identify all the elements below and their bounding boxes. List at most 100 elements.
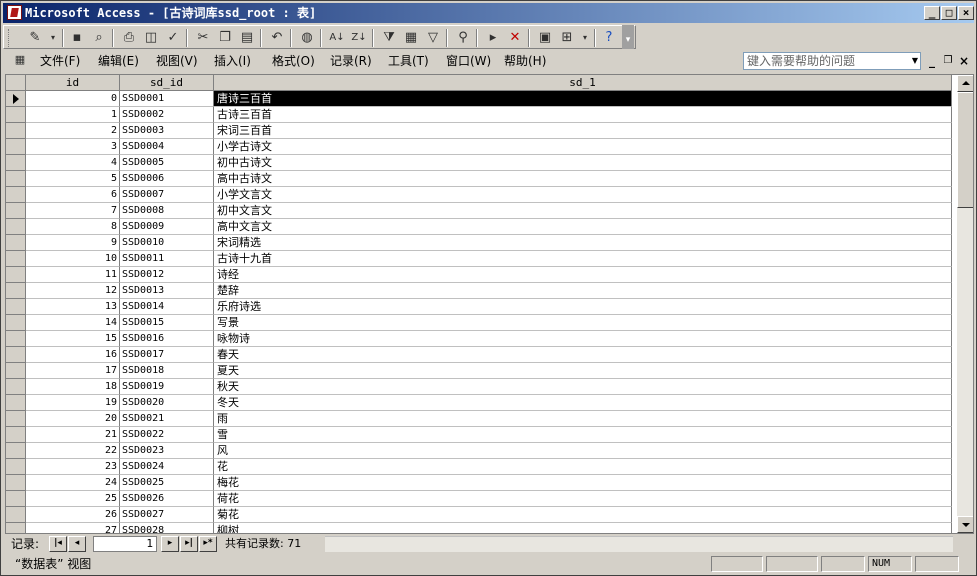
cell-sd-id[interactable]: SSD0021 (120, 411, 214, 427)
table-row[interactable]: 15 SSD0016 咏物诗 (6, 331, 952, 347)
cut-icon[interactable]: ✂ (194, 29, 212, 47)
table-row[interactable]: 8 SSD0009 高中文言文 (6, 219, 952, 235)
table-row[interactable]: 14 SSD0015 写景 (6, 315, 952, 331)
table-row[interactable]: 17 SSD0018 夏天 (6, 363, 952, 379)
table-row[interactable]: 12 SSD0013 楚辞 (6, 283, 952, 299)
cell-id[interactable]: 17 (26, 363, 120, 379)
record-selector[interactable] (6, 299, 26, 315)
cell-sd-1[interactable]: 高中文言文 (214, 219, 952, 235)
cell-sd-1[interactable]: 冬天 (214, 395, 952, 411)
table-row[interactable]: 0 SSD0001 唐诗三百首 (6, 91, 952, 107)
cell-sd-id[interactable]: SSD0028 (120, 523, 214, 533)
table-row[interactable]: 20 SSD0021 雨 (6, 411, 952, 427)
cell-id[interactable]: 16 (26, 347, 120, 363)
cell-sd-id[interactable]: SSD0003 (120, 123, 214, 139)
horizontal-scrollbar[interactable] (325, 536, 953, 552)
cell-sd-id[interactable]: SSD0014 (120, 299, 214, 315)
cell-id[interactable]: 23 (26, 459, 120, 475)
record-selector[interactable] (6, 283, 26, 299)
table-row[interactable]: 16 SSD0017 春天 (6, 347, 952, 363)
vertical-scrollbar[interactable] (957, 75, 973, 533)
table-row[interactable]: 13 SSD0014 乐府诗选 (6, 299, 952, 315)
record-selector[interactable] (6, 507, 26, 523)
record-selector[interactable] (6, 427, 26, 443)
cell-sd-1[interactable]: 乐府诗选 (214, 299, 952, 315)
view-icon[interactable]: ✎ (26, 29, 44, 47)
table-row[interactable]: 26 SSD0027 菊花 (6, 507, 952, 523)
record-selector[interactable] (6, 235, 26, 251)
column-header-id[interactable]: id (26, 75, 120, 91)
cell-sd-id[interactable]: SSD0013 (120, 283, 214, 299)
previous-record-icon[interactable]: ◂ (68, 536, 86, 552)
cell-sd-1[interactable]: 唐诗三百首 (214, 91, 952, 107)
cell-sd-id[interactable]: SSD0001 (120, 91, 214, 107)
cell-sd-1[interactable]: 秋天 (214, 379, 952, 395)
cell-id[interactable]: 8 (26, 219, 120, 235)
menu-insert[interactable]: 插入(I) (214, 53, 251, 69)
table-row[interactable]: 27 SSD0028 柳树 (6, 523, 952, 533)
doc-close-button[interactable]: × (956, 53, 972, 69)
cell-sd-1[interactable]: 诗经 (214, 267, 952, 283)
sort-ascending-icon[interactable]: A↓ (328, 29, 346, 47)
cell-sd-1[interactable]: 荷花 (214, 491, 952, 507)
record-selector[interactable] (6, 491, 26, 507)
cell-sd-1[interactable]: 咏物诗 (214, 331, 952, 347)
cell-sd-id[interactable]: SSD0007 (120, 187, 214, 203)
record-selector[interactable] (6, 411, 26, 427)
menu-edit[interactable]: 编辑(E) (98, 53, 139, 69)
cell-sd-1[interactable]: 小学文言文 (214, 187, 952, 203)
record-selector[interactable] (6, 107, 26, 123)
cell-id[interactable]: 21 (26, 427, 120, 443)
scroll-down-icon[interactable] (957, 516, 973, 533)
cell-sd-id[interactable]: SSD0027 (120, 507, 214, 523)
cell-sd-1[interactable]: 春天 (214, 347, 952, 363)
record-selector[interactable] (6, 523, 26, 533)
table-row[interactable]: 2 SSD0003 宋词三百首 (6, 123, 952, 139)
table-row[interactable]: 1 SSD0002 古诗三百首 (6, 107, 952, 123)
cell-sd-1[interactable]: 初中文言文 (214, 203, 952, 219)
record-selector[interactable] (6, 187, 26, 203)
cell-sd-1[interactable]: 宋词精选 (214, 235, 952, 251)
maximize-button[interactable]: □ (941, 6, 957, 20)
table-row[interactable]: 3 SSD0004 小学古诗文 (6, 139, 952, 155)
cell-id[interactable]: 5 (26, 171, 120, 187)
undo-icon[interactable]: ↶ (268, 29, 286, 47)
record-selector[interactable] (6, 203, 26, 219)
cell-sd-1[interactable]: 风 (214, 443, 952, 459)
cell-sd-1[interactable]: 古诗十九首 (214, 251, 952, 267)
record-selector[interactable] (6, 123, 26, 139)
search-icon[interactable]: ⌕ (90, 29, 108, 47)
column-header-sd-id[interactable]: sd_id (120, 75, 214, 91)
cell-sd-id[interactable]: SSD0017 (120, 347, 214, 363)
table-menu-icon[interactable]: ▦ (11, 51, 29, 69)
cell-sd-1[interactable]: 花 (214, 459, 952, 475)
new-object-dropdown-icon[interactable]: ▾ (576, 29, 594, 47)
table-row[interactable]: 24 SSD0025 梅花 (6, 475, 952, 491)
cell-sd-id[interactable]: SSD0005 (120, 155, 214, 171)
copy-icon[interactable]: ❐ (216, 29, 234, 47)
cell-sd-1[interactable]: 梅花 (214, 475, 952, 491)
cell-id[interactable]: 19 (26, 395, 120, 411)
cell-sd-id[interactable]: SSD0019 (120, 379, 214, 395)
toolbar-options-icon[interactable]: ▾ (622, 25, 634, 49)
record-selector[interactable] (6, 251, 26, 267)
print-preview-icon[interactable]: ◫ (142, 29, 160, 47)
next-record-icon[interactable]: ▸ (161, 536, 179, 552)
print-icon[interactable]: ⎙ (120, 29, 138, 47)
record-selector[interactable] (6, 91, 26, 107)
new-record-nav-icon[interactable]: ▸* (199, 536, 217, 552)
cell-id[interactable]: 15 (26, 331, 120, 347)
record-selector[interactable] (6, 155, 26, 171)
table-row[interactable]: 11 SSD0012 诗经 (6, 267, 952, 283)
first-record-icon[interactable]: |◂ (49, 536, 67, 552)
record-selector[interactable] (6, 363, 26, 379)
table-row[interactable]: 7 SSD0008 初中文言文 (6, 203, 952, 219)
cell-id[interactable]: 4 (26, 155, 120, 171)
cell-id[interactable]: 3 (26, 139, 120, 155)
find-icon[interactable]: ⚲ (454, 29, 472, 47)
cell-sd-1[interactable]: 楚辞 (214, 283, 952, 299)
cell-sd-id[interactable]: SSD0022 (120, 427, 214, 443)
cell-id[interactable]: 22 (26, 443, 120, 459)
view-dropdown-icon[interactable]: ▾ (44, 29, 62, 47)
select-all-corner[interactable] (6, 75, 26, 91)
